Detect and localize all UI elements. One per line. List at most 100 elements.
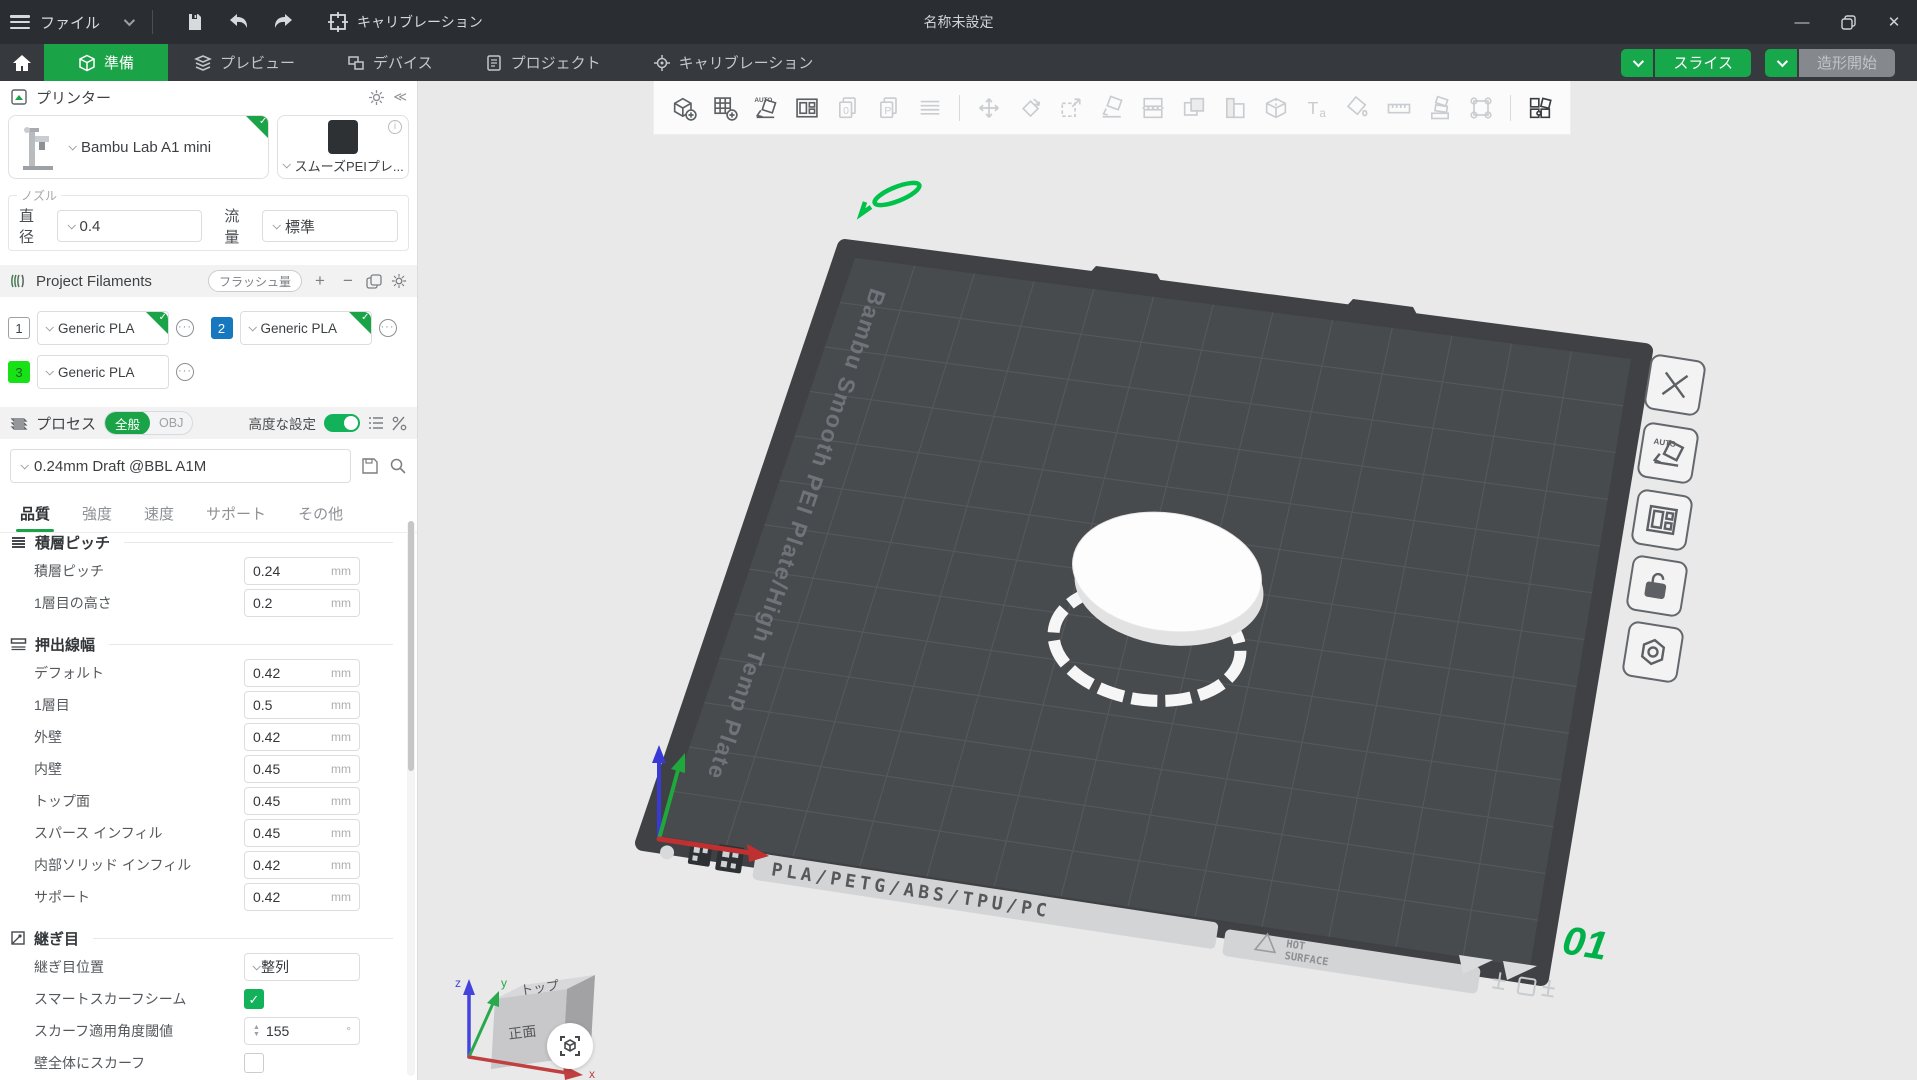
filament-1-color-swatch[interactable]: 1: [8, 317, 30, 339]
filament-2-color-swatch[interactable]: 2: [211, 317, 233, 339]
printer-card[interactable]: Bambu Lab A1 mini: [8, 115, 269, 179]
save-button[interactable]: [177, 4, 213, 40]
filament-settings-gear-icon[interactable]: [391, 273, 407, 289]
setting-input[interactable]: 0.45mm: [244, 755, 360, 783]
filament-3-color-swatch[interactable]: 3: [8, 361, 30, 383]
copy-button[interactable]: 0: [832, 92, 864, 124]
auto-orient-plate-button[interactable]: AUTO: [1636, 421, 1700, 485]
collapse-sidebar-icon[interactable]: ≪: [393, 89, 407, 105]
scope-global-pill[interactable]: 全般: [105, 411, 150, 435]
group-header[interactable]: 積層ピッチ: [0, 529, 403, 555]
tab-calibration[interactable]: キャリブレーション: [627, 44, 840, 81]
build-plate-scene[interactable]: Bambu Smooth PEI Plate/High Temp Plate P…: [419, 81, 1917, 1080]
plate-settings-button[interactable]: [1621, 620, 1685, 684]
setting-select[interactable]: 整列: [244, 953, 360, 981]
variable-layer-height-button[interactable]: [914, 92, 946, 124]
close-button[interactable]: ✕: [1871, 0, 1917, 44]
tab-project[interactable]: プロジェクト: [459, 44, 627, 81]
fill-modifier-button[interactable]: [1219, 92, 1251, 124]
auto-arrange-button[interactable]: [791, 92, 823, 124]
printer-settings-gear-icon[interactable]: [368, 89, 385, 106]
setting-input[interactable]: 0.42mm: [244, 851, 360, 879]
assembly-view-button[interactable]: [1524, 92, 1556, 124]
rotate-button[interactable]: [1014, 92, 1046, 124]
sidebar-scrollbar[interactable]: [407, 521, 415, 1076]
tab-prepare[interactable]: 準備: [44, 44, 168, 81]
filament-2-more-button[interactable]: ···: [379, 319, 397, 337]
file-menu[interactable]: ファイル: [40, 12, 100, 33]
search-settings-icon[interactable]: [389, 457, 407, 475]
hamburger-icon[interactable]: [10, 15, 30, 29]
undo-button[interactable]: [221, 4, 257, 40]
flush-volume-button[interactable]: フラッシュ量: [208, 270, 302, 292]
boolean-button[interactable]: [1178, 92, 1210, 124]
save-preset-icon[interactable]: [361, 457, 379, 475]
calibration-shortcut[interactable]: キャリブレーション: [327, 11, 483, 33]
file-menu-chevron-icon[interactable]: [124, 15, 135, 26]
sync-filament-icon[interactable]: [366, 274, 383, 289]
compare-presets-icon[interactable]: [392, 416, 407, 431]
cut-button[interactable]: [1260, 92, 1292, 124]
scope-objects-pill[interactable]: OBJ: [150, 416, 192, 430]
filament-3-select[interactable]: Generic PLA: [37, 355, 169, 389]
group-header[interactable]: 押出線幅: [0, 631, 403, 657]
viewport-3d[interactable]: Bambu Smooth PEI Plate/High Temp Plate P…: [419, 81, 1917, 1080]
add-object-button[interactable]: [668, 92, 700, 124]
move-button[interactable]: [973, 92, 1005, 124]
home-button[interactable]: [0, 44, 44, 81]
add-filament-button[interactable]: +: [310, 271, 330, 291]
fit-view-button[interactable]: [547, 1023, 593, 1069]
scale-button[interactable]: [1055, 92, 1087, 124]
filament-3-more-button[interactable]: ···: [176, 363, 194, 381]
nozzle-diameter-select[interactable]: 0.4: [57, 210, 203, 242]
place-on-face-button[interactable]: [1096, 92, 1128, 124]
setting-input[interactable]: 0.45mm: [244, 819, 360, 847]
paint-tool-button[interactable]: [1342, 92, 1374, 124]
add-plate-button[interactable]: [709, 92, 741, 124]
spinner-arrows-icon[interactable]: ▲▼: [253, 1024, 260, 1038]
filament-1-select[interactable]: Generic PLA: [37, 311, 169, 345]
setting-input[interactable]: 0.45mm: [244, 787, 360, 815]
tab-device[interactable]: デバイス: [321, 44, 459, 81]
setting-spinner[interactable]: ▲▼155°: [244, 1017, 360, 1045]
measure-tool-button[interactable]: [1383, 92, 1415, 124]
filament-1-more-button[interactable]: ···: [176, 319, 194, 337]
lock-plate-button[interactable]: [1625, 554, 1689, 618]
step-arrange-button[interactable]: [1424, 92, 1456, 124]
flow-select[interactable]: 標準: [262, 210, 398, 242]
restore-button[interactable]: [1825, 0, 1871, 44]
setting-checkbox[interactable]: [244, 1053, 264, 1073]
expand-settings-list-icon[interactable]: [368, 416, 384, 430]
group-header[interactable]: 継ぎ目: [0, 925, 403, 951]
slice-options-button[interactable]: [1621, 49, 1653, 77]
paste-button[interactable]: P: [873, 92, 905, 124]
setting-input[interactable]: 0.5mm: [244, 691, 360, 719]
print-options-button[interactable]: [1765, 49, 1797, 77]
minimize-button[interactable]: —: [1779, 0, 1825, 44]
setting-checkbox[interactable]: ✓: [244, 989, 264, 1009]
auto-orient-button[interactable]: AUTO: [750, 92, 782, 124]
advanced-settings-toggle[interactable]: [324, 414, 360, 432]
remove-filament-button[interactable]: −: [338, 271, 358, 291]
plate-info-icon[interactable]: i: [388, 120, 402, 134]
setting-input[interactable]: 0.42mm: [244, 723, 360, 751]
redo-button[interactable]: [265, 4, 301, 40]
select-frame-button[interactable]: [1465, 92, 1497, 124]
plate-number[interactable]: 01: [1560, 918, 1611, 968]
print-button[interactable]: 造形開始: [1799, 49, 1895, 77]
plate-type-card[interactable]: i スムーズPEIプレ...: [277, 115, 409, 179]
split-to-objects-button[interactable]: [1137, 92, 1169, 124]
delete-all-button[interactable]: [1643, 353, 1707, 417]
setting-input[interactable]: 0.24mm: [244, 557, 360, 585]
setting-input[interactable]: 0.2mm: [244, 589, 360, 617]
text-tool-button[interactable]: Ta: [1301, 92, 1333, 124]
orientation-navigator[interactable]: トップ 正面 z y x: [425, 947, 625, 1080]
scrollbar-thumb[interactable]: [408, 521, 414, 771]
plate-layout-button[interactable]: [1630, 488, 1694, 552]
setting-input[interactable]: 0.42mm: [244, 883, 360, 911]
process-preset-select[interactable]: 0.24mm Draft @BBL A1M: [10, 449, 351, 483]
tab-preview[interactable]: プレビュー: [168, 44, 321, 81]
filament-2-select[interactable]: Generic PLA: [240, 311, 372, 345]
slice-button[interactable]: スライス: [1655, 49, 1751, 77]
setting-input[interactable]: 0.42mm: [244, 659, 360, 687]
